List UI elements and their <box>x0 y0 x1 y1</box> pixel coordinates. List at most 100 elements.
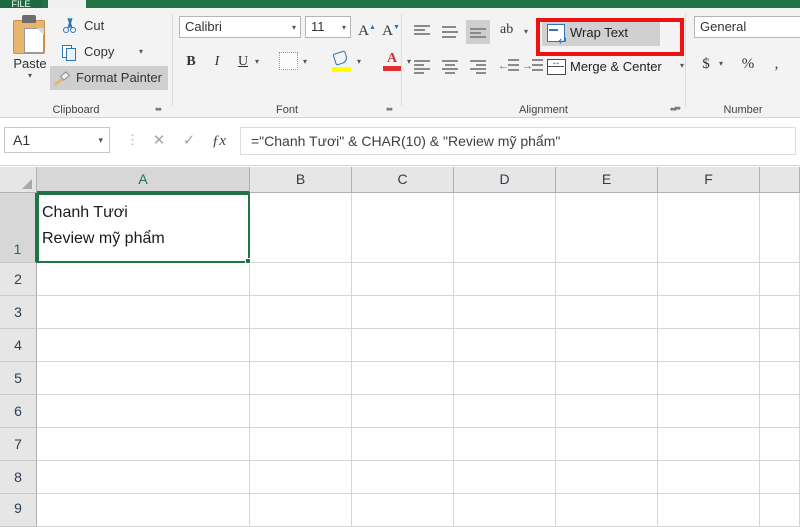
cell-B1[interactable] <box>250 193 352 263</box>
format-painter-button[interactable]: Format Painter <box>50 66 168 90</box>
cell-D3[interactable] <box>454 296 556 329</box>
formula-input[interactable]: ="Chanh Tươi" & CHAR(10) & "Review mỹ ph… <box>240 127 796 155</box>
cell-F7[interactable] <box>658 428 760 461</box>
currency-format-button[interactable]: $ <box>696 52 716 76</box>
fill-color-dropdown-caret[interactable]: ▾ <box>357 50 361 74</box>
chevron-down-icon[interactable]: ▾ <box>98 128 103 153</box>
bold-button[interactable]: B <box>179 50 203 74</box>
fill-color-button[interactable] <box>331 50 353 74</box>
paste-button[interactable]: Paste ▾ <box>4 12 56 96</box>
cell-F1[interactable] <box>658 193 760 263</box>
cell-C5[interactable] <box>352 362 454 395</box>
align-left-button[interactable] <box>410 56 434 80</box>
cell-D2[interactable] <box>454 263 556 296</box>
column-header-D[interactable]: D <box>454 167 556 193</box>
cell-C4[interactable] <box>352 329 454 362</box>
cancel-formula-button[interactable]: ✕ <box>146 129 172 153</box>
cell-G8[interactable] <box>760 461 800 494</box>
orientation-dropdown-caret[interactable]: ▾ <box>524 20 528 44</box>
chevron-down-icon[interactable]: ▾ <box>342 17 346 38</box>
enter-formula-button[interactable]: ✓ <box>176 129 202 153</box>
copy-button[interactable]: Copy <box>58 40 136 64</box>
cell-C2[interactable] <box>352 263 454 296</box>
cell-A3[interactable] <box>37 296 250 329</box>
currency-dropdown-caret[interactable]: ▾ <box>719 52 723 76</box>
cell-B9[interactable] <box>250 494 352 527</box>
cell-D6[interactable] <box>454 395 556 428</box>
cell-E2[interactable] <box>556 263 658 296</box>
cell-G7[interactable] <box>760 428 800 461</box>
row-header-5[interactable]: 5 <box>0 362 37 395</box>
cell-D1[interactable] <box>454 193 556 263</box>
row-header-6[interactable]: 6 <box>0 395 37 428</box>
number-dialog-launcher[interactable]: ⬌ <box>672 103 683 114</box>
tab-home-active[interactable] <box>48 0 86 8</box>
column-header-A[interactable]: A <box>37 167 250 193</box>
cell-E9[interactable] <box>556 494 658 527</box>
cell-D5[interactable] <box>454 362 556 395</box>
name-box[interactable]: A1 ▾ <box>4 127 110 153</box>
row-header-9[interactable]: 9 <box>0 494 37 527</box>
cell-D8[interactable] <box>454 461 556 494</box>
underline-button[interactable]: U <box>231 50 255 74</box>
cell-E6[interactable] <box>556 395 658 428</box>
orientation-button[interactable]: ab <box>500 22 524 44</box>
cell-G9[interactable] <box>760 494 800 527</box>
column-header-G[interactable] <box>760 167 800 193</box>
cell-F9[interactable] <box>658 494 760 527</box>
cell-C9[interactable] <box>352 494 454 527</box>
cell-A8[interactable] <box>37 461 250 494</box>
cell-F2[interactable] <box>658 263 760 296</box>
row-header-2[interactable]: 2 <box>0 263 37 296</box>
cell-B8[interactable] <box>250 461 352 494</box>
cell-A2[interactable] <box>37 263 250 296</box>
align-middle-button[interactable] <box>438 20 462 44</box>
font-name-combo[interactable]: Calibri ▾ <box>179 16 301 38</box>
cell-B6[interactable] <box>250 395 352 428</box>
italic-button[interactable]: I <box>205 50 229 74</box>
copy-dropdown-caret[interactable]: ▾ <box>139 40 143 64</box>
cell-E1[interactable] <box>556 193 658 263</box>
underline-dropdown-caret[interactable]: ▾ <box>255 50 259 74</box>
cell-D7[interactable] <box>454 428 556 461</box>
tab-ghost-mid[interactable] <box>420 0 540 8</box>
row-header-4[interactable]: 4 <box>0 329 37 362</box>
cell-F3[interactable] <box>658 296 760 329</box>
cell-G1[interactable] <box>760 193 800 263</box>
cell-C3[interactable] <box>352 296 454 329</box>
cell-A6[interactable] <box>37 395 250 428</box>
decrease-indent-button[interactable]: ← <box>498 56 520 76</box>
font-size-combo[interactable]: 11 ▾ <box>305 16 351 38</box>
cell-E5[interactable] <box>556 362 658 395</box>
cell-A5[interactable] <box>37 362 250 395</box>
number-format-combo[interactable]: General <box>694 16 800 38</box>
row-header-7[interactable]: 7 <box>0 428 37 461</box>
insert-function-button[interactable]: ƒx <box>206 129 232 153</box>
cell-C6[interactable] <box>352 395 454 428</box>
align-center-button[interactable] <box>438 56 462 80</box>
cell-E4[interactable] <box>556 329 658 362</box>
merge-dropdown-caret[interactable]: ▾ <box>680 54 684 78</box>
column-header-C[interactable]: C <box>352 167 454 193</box>
cell-F6[interactable] <box>658 395 760 428</box>
decrease-font-size-button[interactable]: A▼ <box>379 16 403 39</box>
cell-G3[interactable] <box>760 296 800 329</box>
cell-F8[interactable] <box>658 461 760 494</box>
cell-E7[interactable] <box>556 428 658 461</box>
cell-A9[interactable] <box>37 494 250 527</box>
column-header-F[interactable]: F <box>658 167 760 193</box>
cell-G6[interactable] <box>760 395 800 428</box>
chevron-down-icon[interactable]: ▾ <box>292 17 296 38</box>
comma-format-button[interactable]: , <box>764 52 786 76</box>
tab-ghost-right[interactable] <box>680 0 790 8</box>
cell-E8[interactable] <box>556 461 658 494</box>
cell-G2[interactable] <box>760 263 800 296</box>
cell-G5[interactable] <box>760 362 800 395</box>
cell-A7[interactable] <box>37 428 250 461</box>
row-header-3[interactable]: 3 <box>0 296 37 329</box>
cell-A4[interactable] <box>37 329 250 362</box>
paste-dropdown-caret[interactable]: ▾ <box>4 71 56 81</box>
cell-B7[interactable] <box>250 428 352 461</box>
column-header-E[interactable]: E <box>556 167 658 193</box>
cell-F4[interactable] <box>658 329 760 362</box>
